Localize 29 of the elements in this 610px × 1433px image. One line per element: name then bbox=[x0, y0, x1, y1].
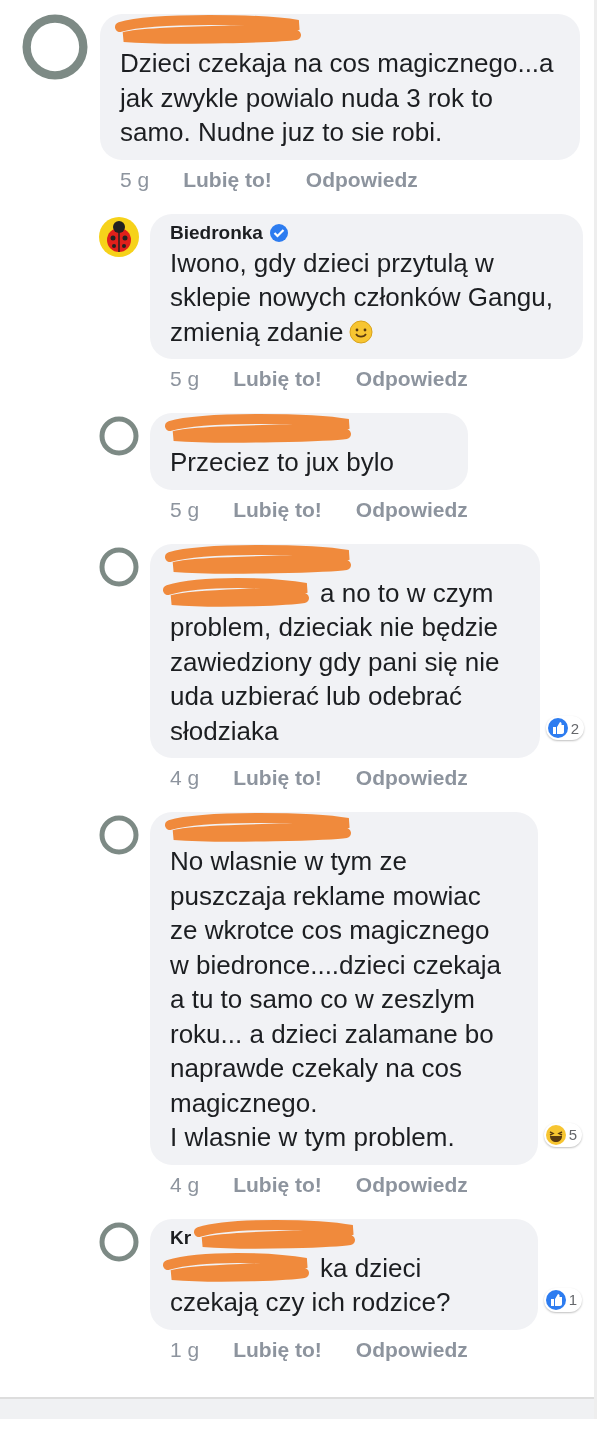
timestamp: 5 g bbox=[170, 497, 200, 522]
reaction-count[interactable]: 5 bbox=[543, 1122, 582, 1147]
timestamp: 5 g bbox=[170, 367, 200, 391]
reply-link[interactable]: Odpowiedz bbox=[355, 497, 468, 522]
comment-text: ka dzieci czekają czy ich rodzice? bbox=[170, 1252, 451, 1317]
reaction-count[interactable]: 1 bbox=[543, 1287, 582, 1312]
reply-link[interactable]: Odpowiedz bbox=[355, 766, 468, 790]
comment-text: Przeciez to jux bylo bbox=[170, 447, 394, 477]
comment-text: Iwono, gdy dzieci przytulą w sklepie nowych członków Gangu, zmienią zdanie bbox=[170, 247, 553, 347]
like-link[interactable]: Lubię to! bbox=[183, 167, 272, 192]
like-link[interactable]: Lubię to! bbox=[233, 1172, 322, 1197]
timestamp: 5 g bbox=[120, 167, 150, 192]
reply-link[interactable]: Odpowiedz bbox=[355, 1337, 468, 1362]
reaction-count[interactable]: 2 bbox=[545, 716, 584, 740]
timestamp: 4 g bbox=[170, 1172, 200, 1197]
like-link[interactable]: Lubię to! bbox=[233, 497, 322, 522]
comment-text: a no to w czym problem, dzieciak nie będzie zawiedziony gdy pani się nie uda uzbierać lub odebrać słodziaka bbox=[170, 577, 500, 746]
comment-text: Dzieci czekaja na cos magicznego...a jak zwykle powialo nuda 3 rok to samo. Nudne juz to sie robi. bbox=[120, 48, 554, 147]
comment-text: No wlasnie w tym ze puszczaja reklame mowiac ze wkrotce cos magicznego w biedronce....dzieci czekaja a tu to samo co w zeszlym roku... a dzieci zalamane bo naprawde czekaly na cos magicznego. I wlasnie w tym problem. bbox=[170, 846, 501, 1152]
reply-link[interactable]: Odpowiedz bbox=[305, 167, 418, 192]
author-name[interactable]: Kr bbox=[170, 1226, 192, 1249]
timestamp: 1 g bbox=[170, 1337, 200, 1362]
like-link[interactable]: Lubię to! bbox=[233, 1337, 322, 1362]
like-link[interactable]: Lubię to! bbox=[233, 367, 322, 391]
reply-link[interactable]: Odpowiedz bbox=[355, 367, 468, 391]
reply-link[interactable]: Odpowiedz bbox=[355, 1172, 468, 1197]
author-name[interactable]: Biedronka bbox=[170, 221, 263, 244]
like-link[interactable]: Lubię to! bbox=[233, 766, 322, 790]
timestamp: 4 g bbox=[170, 766, 200, 790]
